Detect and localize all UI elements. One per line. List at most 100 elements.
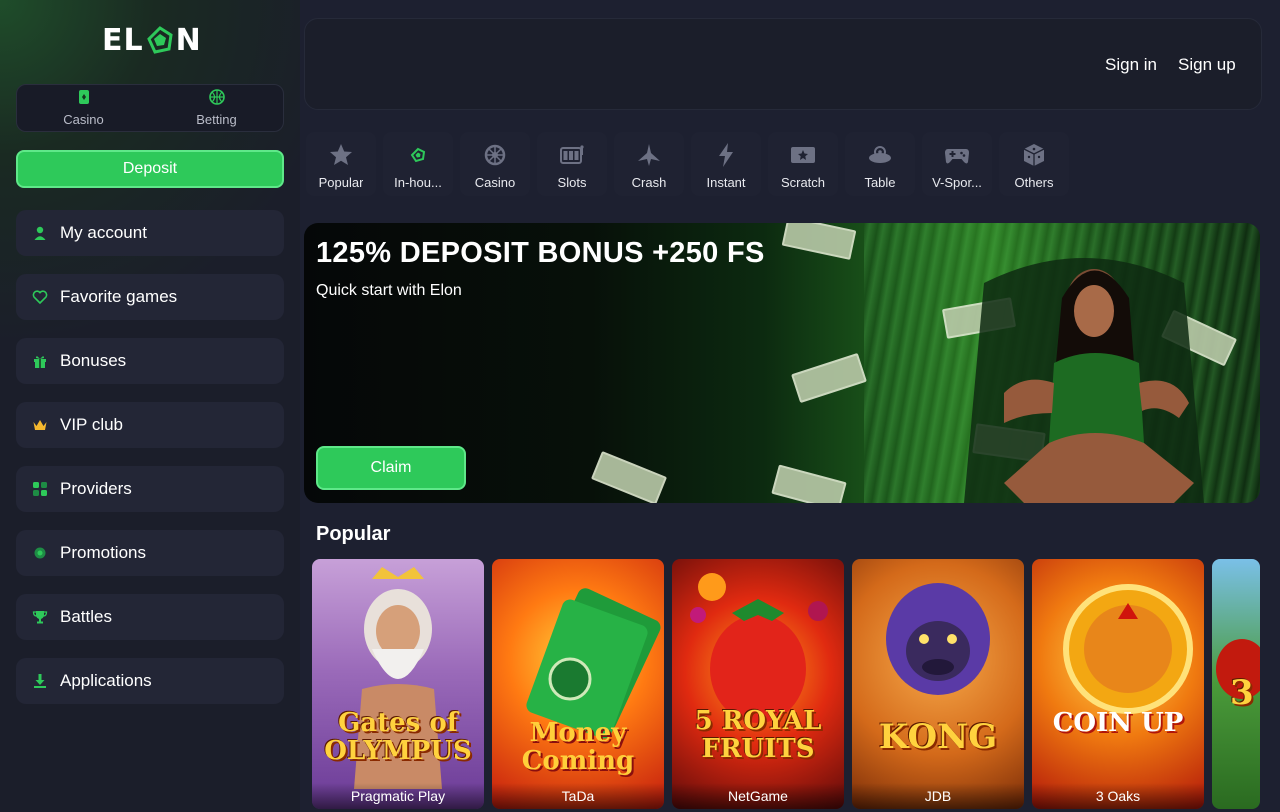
category-slots[interactable]: Slots <box>537 132 607 196</box>
game-thumbnail <box>312 559 484 809</box>
game-provider: Pragmatic Play <box>312 783 484 809</box>
category-crash[interactable]: Crash <box>614 132 684 196</box>
sidebar-item-label: Battles <box>60 607 112 626</box>
game-title: 5 ROYAL FRUITS <box>694 706 822 764</box>
sidebar-item-applications[interactable]: Applications <box>16 658 284 704</box>
mode-switch: Casino Betting <box>16 84 284 132</box>
tab-betting-label: Betting <box>196 112 237 127</box>
tab-casino-label: Casino <box>63 112 104 127</box>
game-title: COIN UP <box>1052 708 1184 738</box>
game-provider: NetGame <box>672 783 844 809</box>
ball-icon <box>208 89 225 108</box>
plane-icon <box>635 141 663 169</box>
elon-logo-icon <box>404 141 432 169</box>
tab-casino[interactable]: Casino <box>17 85 150 131</box>
game-card[interactable]: Money Coming TaDa <box>492 559 664 809</box>
game-card[interactable]: Gates of OLYMPUS Pragmatic Play <box>312 559 484 809</box>
gift-icon <box>32 353 48 369</box>
category-label: Casino <box>474 175 516 190</box>
game-card[interactable]: COIN UP 3 Oaks <box>1032 559 1204 809</box>
sidebar-item-label: Applications <box>60 671 152 690</box>
star-icon <box>327 141 355 169</box>
category-label: Crash <box>631 175 667 190</box>
money-bill-image <box>771 464 847 503</box>
game-thumbnail <box>1032 559 1204 809</box>
money-bill-image <box>781 223 857 260</box>
sidebar-item-providers[interactable]: Providers <box>16 466 284 512</box>
sidebar-item-label: VIP club <box>60 415 124 434</box>
elon-logo[interactable]: EL N <box>102 22 202 58</box>
logo-o-mark-icon <box>146 26 174 54</box>
deposit-button[interactable]: Deposit <box>16 150 284 188</box>
game-title: Gates of OLYMPUS <box>324 708 472 766</box>
game-title: Money Coming <box>521 718 635 776</box>
banner-title: 125% DEPOSIT BONUS +250 FS <box>316 237 765 269</box>
game-card[interactable]: 3 <box>1212 559 1260 809</box>
money-bill-image <box>590 450 668 503</box>
game-provider: 3 Oaks <box>1032 783 1204 809</box>
game-card[interactable]: 5 ROYAL FRUITS NetGame <box>672 559 844 809</box>
promo-icon <box>32 545 48 561</box>
category-others[interactable]: Others <box>999 132 1069 196</box>
game-provider: JDB <box>852 783 1024 809</box>
sidebar-item-label: Providers <box>60 479 132 498</box>
grid-icon <box>32 481 48 497</box>
logo-text-left: EL <box>102 22 144 58</box>
logo-text-right: N <box>175 22 202 58</box>
category-label: Others <box>1014 175 1054 190</box>
gamepad-icon <box>943 141 971 169</box>
category-label: Instant <box>706 175 746 190</box>
category-label: Table <box>864 175 896 190</box>
table-icon <box>866 141 894 169</box>
card-icon <box>76 89 92 108</box>
sidebar-item-label: Promotions <box>60 543 146 562</box>
sidebar-item-label: Favorite games <box>60 287 178 306</box>
user-icon <box>32 225 48 241</box>
category-table[interactable]: Table <box>845 132 915 196</box>
heart-icon <box>32 289 48 305</box>
tab-betting[interactable]: Betting <box>150 85 283 131</box>
claim-button[interactable]: Claim <box>316 446 466 490</box>
sidebar-item-bonuses[interactable]: Bonuses <box>16 338 284 384</box>
top-header: Sign in Sign up <box>304 18 1262 110</box>
sidebar-item-vip-club[interactable]: VIP club <box>16 402 284 448</box>
sign-up-link[interactable]: Sign up <box>1178 55 1236 75</box>
sidebar: EL N Casino Betting Deposit My account F… <box>0 0 300 812</box>
game-provider: TaDa <box>492 783 664 809</box>
promo-banner[interactable]: 125% DEPOSIT BONUS +250 FS Quick start w… <box>304 223 1260 503</box>
category-casino[interactable]: Casino <box>460 132 530 196</box>
category-instant[interactable]: Instant <box>691 132 761 196</box>
woman-on-throne-image <box>964 258 1204 503</box>
category-label: Scratch <box>780 175 826 190</box>
category-in-house[interactable]: In-hou... <box>383 132 453 196</box>
sidebar-item-promotions[interactable]: Promotions <box>16 530 284 576</box>
category-label: In-hou... <box>394 175 442 190</box>
lightning-icon <box>712 141 740 169</box>
game-card[interactable]: KONG JDB <box>852 559 1024 809</box>
sidebar-item-favorite-games[interactable]: Favorite games <box>16 274 284 320</box>
sign-in-link[interactable]: Sign in <box>1105 55 1157 75</box>
banner-subtitle: Quick start with Elon <box>316 282 462 299</box>
roulette-icon <box>481 141 509 169</box>
dice-icon <box>1020 141 1048 169</box>
game-title: KONG <box>878 717 998 757</box>
category-label: V-Spor... <box>932 175 982 190</box>
game-title: 3 <box>1230 673 1254 713</box>
trophy-icon <box>32 609 48 625</box>
sidebar-item-label: My account <box>60 223 147 242</box>
category-scratch[interactable]: Scratch <box>768 132 838 196</box>
category-v-sports[interactable]: V-Spor... <box>922 132 992 196</box>
money-bill-image <box>791 352 867 404</box>
game-thumbnail <box>852 559 1024 809</box>
category-popular[interactable]: Popular <box>306 132 376 196</box>
sidebar-item-battles[interactable]: Battles <box>16 594 284 640</box>
crown-icon <box>32 417 48 433</box>
category-label: Slots <box>557 175 587 190</box>
game-thumbnail <box>672 559 844 809</box>
download-icon <box>32 673 48 689</box>
popular-section-title: Popular <box>316 523 391 545</box>
sidebar-item-my-account[interactable]: My account <box>16 210 284 256</box>
scratch-icon <box>789 141 817 169</box>
category-label: Popular <box>318 175 364 190</box>
sidebar-item-label: Bonuses <box>60 351 127 370</box>
